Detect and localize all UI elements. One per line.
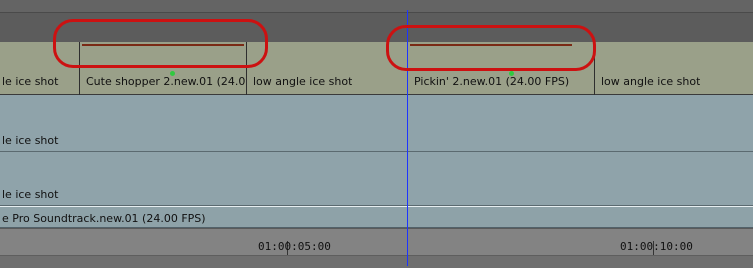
annotation-circle <box>53 19 268 68</box>
audio-clip-label: le ice shot <box>2 188 59 201</box>
sync-marker-icon <box>509 71 514 76</box>
audio-track-1[interactable]: le ice shot <box>0 95 753 152</box>
clip-label: le ice shot <box>2 75 59 88</box>
video-clip[interactable]: low angle ice shot <box>247 42 408 95</box>
clip-label: low angle ice shot <box>601 75 701 88</box>
timecode-ruler[interactable]: 01:00:05:00 01:00:10:00 <box>0 228 753 268</box>
annotation-circle <box>386 25 596 71</box>
ruler-timecode: 01:00:10:00 <box>620 240 693 253</box>
video-clip[interactable]: low angle ice shot <box>595 42 753 95</box>
clip-label: Pickin' 2.new.01 (24.00 FPS) <box>414 75 570 88</box>
audio-clip-label: le ice shot <box>2 134 59 147</box>
music-clip-label: e Pro Soundtrack.new.01 (24.00 FPS) <box>2 212 206 225</box>
sync-marker-icon <box>170 71 175 76</box>
music-track[interactable]: e Pro Soundtrack.new.01 (24.00 FPS) <box>0 206 753 228</box>
ruler-band-lower <box>0 255 753 268</box>
audio-track-2[interactable]: le ice shot <box>0 152 753 206</box>
clip-label: low angle ice shot <box>253 75 353 88</box>
ruler-timecode: 01:00:05:00 <box>258 240 331 253</box>
clip-label: Cute shopper 2.new.01 (24.00 FPS) <box>86 75 246 88</box>
